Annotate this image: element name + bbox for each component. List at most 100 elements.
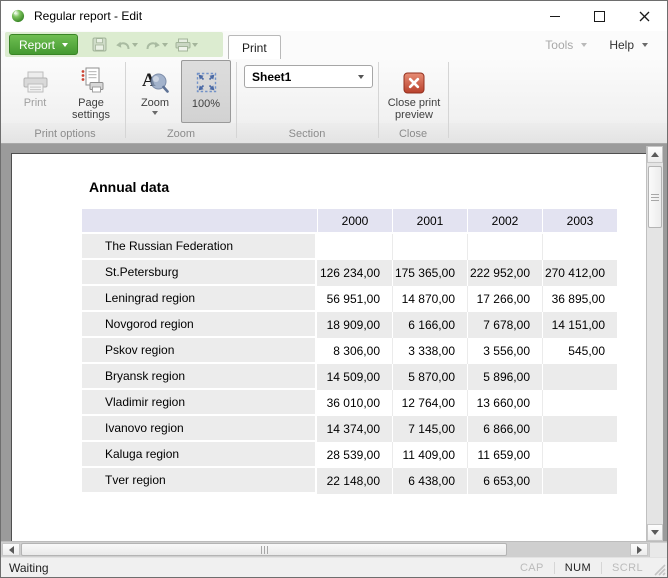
save-icon [92,37,107,52]
undo-button[interactable] [114,35,132,55]
scroll-down-button[interactable] [647,524,663,541]
arrow-right-icon [637,546,642,554]
value-cell [392,234,467,260]
report-menu-button[interactable]: Report [9,34,78,55]
zoom-100-button[interactable]: 100% [181,60,231,123]
chevron-down-icon [581,43,587,47]
report-title: Annual data [89,179,169,195]
right-menus: Tools Help [534,31,659,58]
value-cell [542,442,617,468]
arrow-up-icon [651,152,659,157]
value-cell [542,364,617,390]
close-print-preview-button[interactable]: Close print preview [383,60,445,121]
quick-print-button[interactable] [174,35,192,55]
quick-print-dropdown-icon[interactable] [192,43,198,47]
keyboard-indicators: CAP NUM SCRL [520,562,643,574]
value-cell: 5 870,00 [392,364,467,390]
redo-icon [145,38,161,51]
value-cell: 14 870,00 [392,286,467,312]
chevron-down-icon [358,75,364,79]
header-cell: 2002 [467,209,542,234]
redo-button[interactable] [144,35,162,55]
section-combobox[interactable]: Sheet1 [244,65,373,88]
horizontal-scrollbar[interactable] [1,541,667,557]
value-cell: 5 896,00 [467,364,542,390]
section-combobox-value: Sheet1 [252,70,291,84]
printer-icon [22,71,49,94]
preview-page: Annual data 2000200120022003The Russian … [11,153,646,541]
resize-grip-icon[interactable] [652,562,666,576]
minimize-icon [550,16,560,17]
value-cell: 14 151,00 [542,312,617,338]
tab-print-label: Print [242,41,267,55]
tab-print[interactable]: Print [228,35,281,59]
value-cell: 14 374,00 [317,416,392,442]
help-menu[interactable]: Help [598,31,659,58]
close-preview-icon [403,72,425,94]
value-cell [542,234,617,260]
value-cell: 14 509,00 [317,364,392,390]
undo-icon [115,38,131,51]
value-cell: 17 266,00 [467,286,542,312]
row-label-cell: The Russian Federation [82,234,317,260]
arrow-down-icon [651,530,659,535]
scroll-lock-indicator: SCRL [612,562,643,574]
value-cell: 7 678,00 [467,312,542,338]
table-row: Pskov region8 306,003 338,003 556,00545,… [82,338,618,364]
group-label-section: Section [238,128,376,140]
chevron-down-icon [642,43,648,47]
undo-dropdown-icon[interactable] [132,43,138,47]
scroll-left-button[interactable] [2,543,20,556]
report-table: 2000200120022003The Russian FederationSt… [82,209,618,494]
zoom-button-label: Zoom [141,97,169,109]
row-label-cell: Pskov region [82,338,317,364]
group-label-close: Close [380,128,446,140]
report-menu-label: Report [19,38,55,52]
value-cell: 56 951,00 [317,286,392,312]
table-row: The Russian Federation [82,234,618,260]
group-separator [448,62,449,138]
value-cell [542,416,617,442]
header-corner-cell [82,209,317,234]
redo-dropdown-icon[interactable] [162,43,168,47]
group-label-print-options: Print options [9,128,121,140]
zoom-100-icon [194,70,219,95]
scrollbar-corner [649,543,667,557]
value-cell: 175 365,00 [392,260,467,286]
tools-menu-label: Tools [545,38,573,52]
vertical-scrollbar-thumb[interactable] [648,166,662,228]
save-button[interactable] [90,35,108,55]
window-controls [532,1,667,31]
status-bar: Waiting CAP NUM SCRL [1,557,667,577]
zoom-button[interactable]: A Zoom [132,60,178,115]
table-row: Novgorod region18 909,006 166,007 678,00… [82,312,618,338]
header-cell: 2000 [317,209,392,234]
quick-print-icon [175,38,191,52]
scroll-up-button[interactable] [647,146,663,163]
print-button[interactable]: Print [11,60,59,109]
ribbon: Print Page settings [1,58,667,144]
chevron-down-icon [62,43,68,47]
title-bar: Regular report - Edit [1,1,667,31]
page-settings-button-label: Page settings [63,97,119,121]
table-row: Tver region22 148,006 438,006 653,00 [82,468,618,494]
row-label-cell: Novgorod region [82,312,317,338]
tools-menu[interactable]: Tools [534,31,598,58]
value-cell: 11 659,00 [467,442,542,468]
vertical-scrollbar[interactable] [646,146,663,541]
table-header-row: 2000200120022003 [82,209,618,234]
value-cell: 6 166,00 [392,312,467,338]
scroll-right-button[interactable] [630,543,648,556]
app-window: Regular report - Edit Report [0,0,668,578]
value-cell [542,468,617,494]
quick-access-toolbar: Report [5,32,223,57]
minimize-button[interactable] [532,1,577,31]
close-button[interactable] [622,1,667,31]
value-cell: 8 306,00 [317,338,392,364]
value-cell: 36 010,00 [317,390,392,416]
horizontal-scrollbar-thumb[interactable] [21,543,507,556]
maximize-button[interactable] [577,1,622,31]
page-settings-button[interactable]: Page settings [63,60,119,121]
value-cell: 11 409,00 [392,442,467,468]
value-cell: 36 895,00 [542,286,617,312]
